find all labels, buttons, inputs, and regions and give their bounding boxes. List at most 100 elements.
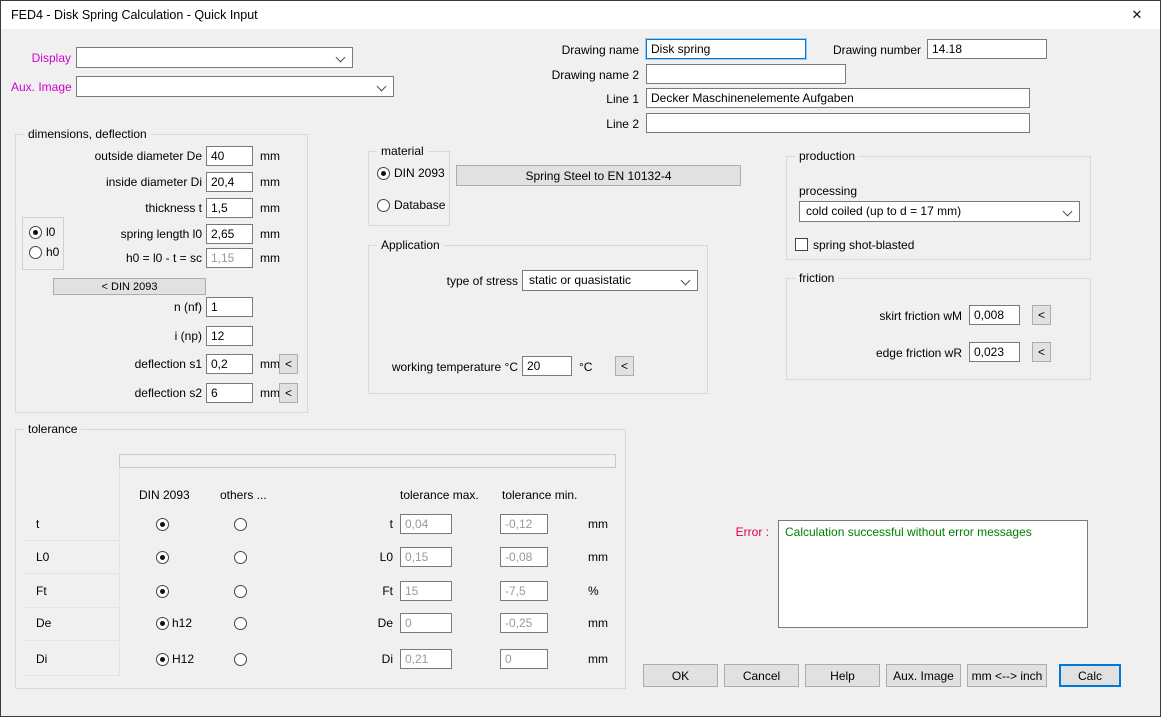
tolerance-Di-unit: mm	[588, 652, 608, 667]
i-input[interactable]	[206, 326, 253, 346]
skirt-friction-input[interactable]	[969, 305, 1020, 325]
skirt-friction-pick-button[interactable]: <	[1032, 305, 1051, 325]
tolerance-header-max: tolerance max.	[400, 488, 479, 503]
tolerance-header-min: tolerance min.	[502, 488, 577, 503]
drawing-number-input[interactable]	[927, 39, 1047, 59]
n-input[interactable]	[206, 297, 253, 317]
n-label: n (nf)	[16, 300, 202, 315]
line2-input[interactable]	[646, 113, 1030, 133]
working-temperature-pick-button[interactable]: <	[615, 356, 634, 376]
tolerance-group-title: tolerance	[24, 422, 81, 437]
length-mode-box: l0 h0	[22, 217, 64, 270]
help-button[interactable]: Help	[805, 664, 880, 687]
production-group-title: production	[795, 149, 859, 164]
close-icon[interactable]: ✕	[1114, 1, 1160, 29]
titlebar: FED4 - Disk Spring Calculation - Quick I…	[1, 1, 1160, 29]
l0-radio[interactable]	[29, 226, 42, 239]
tolerance-Di-others-radio[interactable]	[234, 653, 247, 666]
type-of-stress-combobox[interactable]: static or quasistatic	[522, 270, 698, 291]
drawing-name2-input[interactable]	[646, 64, 846, 84]
outside-diameter-label: outside diameter De	[16, 149, 202, 164]
ok-button[interactable]: OK	[643, 664, 718, 687]
shot-blasted-checkbox-label: spring shot-blasted	[813, 238, 914, 253]
mm-inch-toggle-button[interactable]: mm <--> inch	[967, 664, 1047, 687]
type-of-stress-label: type of stress	[369, 274, 518, 289]
tolerance-t-din-radio[interactable]	[156, 518, 169, 531]
edge-friction-pick-button[interactable]: <	[1032, 342, 1051, 362]
tolerance-t-max-input[interactable]	[400, 514, 452, 534]
outside-diameter-input[interactable]	[206, 146, 253, 166]
spring-length-input[interactable]	[206, 224, 253, 244]
tolerance-Di-max-input[interactable]	[400, 649, 452, 669]
cancel-button[interactable]: Cancel	[724, 664, 799, 687]
material-database-radio[interactable]	[377, 199, 390, 212]
chevron-down-icon	[681, 276, 691, 286]
tolerance-L0-din-radio[interactable]	[156, 551, 169, 564]
inside-diameter-input[interactable]	[206, 172, 253, 192]
material-din-radio-label: DIN 2093	[394, 166, 445, 181]
l0-radio-label: l0	[46, 225, 55, 240]
line2-label: Line 2	[559, 117, 639, 132]
drawing-name-input[interactable]	[646, 39, 806, 59]
thickness-input[interactable]	[206, 198, 253, 218]
outside-diameter-unit: mm	[260, 149, 280, 164]
deflection-s1-input[interactable]	[206, 354, 253, 374]
processing-combobox[interactable]: cold coiled (up to d = 17 mm)	[799, 201, 1080, 222]
deflection-s2-label: deflection s2	[16, 386, 202, 401]
deflection-s1-label: deflection s1	[16, 357, 202, 372]
deflection-s2-input[interactable]	[206, 383, 253, 403]
material-select-button[interactable]: Spring Steel to EN 10132-4	[456, 165, 741, 186]
friction-group-title: friction	[795, 271, 838, 286]
production-group: production processing cold coiled (up to…	[786, 156, 1091, 260]
tolerance-Ft-din-radio[interactable]	[156, 585, 169, 598]
tolerance-De-din-radio[interactable]	[156, 617, 169, 630]
tolerance-Ft-others-radio[interactable]	[234, 585, 247, 598]
tolerance-Di-min-input[interactable]	[500, 649, 548, 669]
processing-value: cold coiled (up to d = 17 mm)	[806, 204, 961, 218]
tolerance-t-others-radio[interactable]	[234, 518, 247, 531]
calc-button[interactable]: Calc	[1059, 664, 1121, 687]
h0-radio[interactable]	[29, 246, 42, 259]
din2093-button[interactable]: < DIN 2093	[53, 278, 206, 295]
error-message-text: Calculation successful without error mes…	[785, 525, 1032, 539]
tolerance-Di-din-radio[interactable]	[156, 653, 169, 666]
display-combobox[interactable]	[76, 47, 353, 68]
tolerance-Ft-max-input[interactable]	[400, 581, 452, 601]
tolerance-De-others-radio[interactable]	[234, 617, 247, 630]
tolerance-Ft-unit: %	[588, 584, 599, 599]
edge-friction-input[interactable]	[969, 342, 1020, 362]
friction-group: friction skirt friction wM < edge fricti…	[786, 278, 1091, 380]
deflection-s2-pick-button[interactable]: <	[279, 383, 298, 403]
tolerance-t-min-input[interactable]	[500, 514, 548, 534]
tolerance-row-key: t	[36, 517, 39, 532]
working-temperature-input[interactable]	[522, 356, 572, 376]
drawing-name2-label: Drawing name 2	[489, 68, 639, 83]
chevron-down-icon	[1063, 207, 1073, 217]
tolerance-row-key: Ft	[36, 584, 47, 599]
material-din-radio[interactable]	[377, 167, 390, 180]
dimensions-group: dimensions, deflection outside diameter …	[15, 134, 308, 413]
material-database-radio-label: Database	[394, 198, 445, 213]
dimensions-group-title: dimensions, deflection	[24, 127, 151, 142]
line1-input[interactable]	[646, 88, 1030, 108]
processing-label: processing	[799, 184, 857, 199]
tolerance-group: tolerance DIN 2093 others ... tolerance …	[15, 429, 626, 689]
error-messages-box: Calculation successful without error mes…	[778, 520, 1088, 628]
tolerance-L0-others-radio[interactable]	[234, 551, 247, 564]
thickness-unit: mm	[260, 201, 280, 216]
tolerance-De-max-input[interactable]	[400, 613, 452, 633]
line1-label: Line 1	[559, 92, 639, 107]
deflection-s1-pick-button[interactable]: <	[279, 354, 298, 374]
aux-image-button[interactable]: Aux. Image	[886, 664, 961, 687]
tolerance-row-key: Di	[36, 652, 47, 667]
aux-image-combobox[interactable]	[76, 76, 394, 97]
tolerance-De-min-input[interactable]	[500, 613, 548, 633]
spring-length-unit: mm	[260, 227, 280, 242]
tolerance-Ft-min-input[interactable]	[500, 581, 548, 601]
tolerance-L0-max-input[interactable]	[400, 547, 452, 567]
skirt-friction-label: skirt friction wM	[787, 309, 962, 324]
chevron-down-icon	[336, 53, 346, 63]
tolerance-L0-min-input[interactable]	[500, 547, 548, 567]
shot-blasted-checkbox[interactable]	[795, 238, 808, 251]
tolerance-De-unit: mm	[588, 616, 608, 631]
